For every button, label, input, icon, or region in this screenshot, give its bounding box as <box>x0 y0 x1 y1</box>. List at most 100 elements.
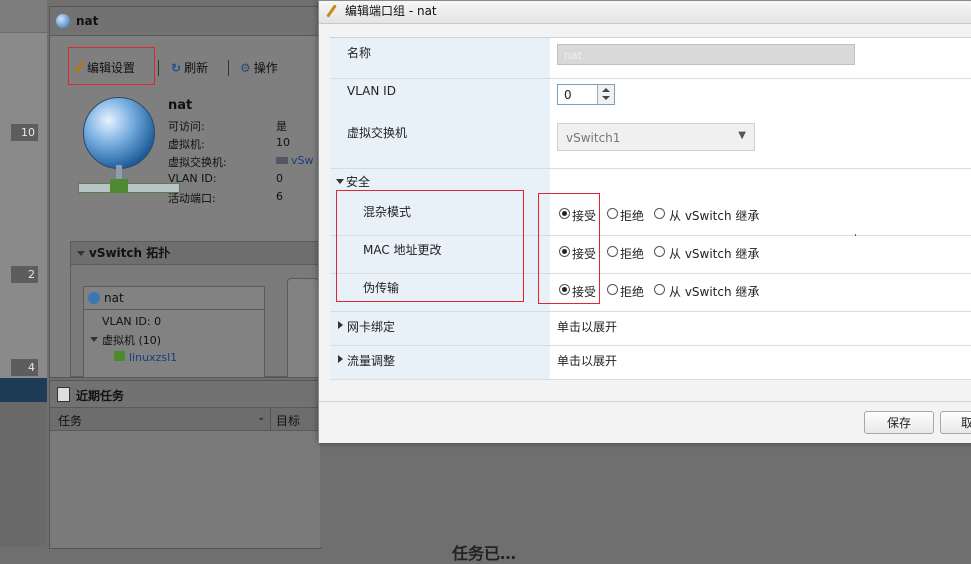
gear-icon: ⚙ <box>240 61 251 75</box>
vswitch-topology-panel: vSwitch 拓扑 nat VLAN ID: 0 虚拟机 (10) linux… <box>70 241 332 378</box>
reject-option: 拒绝 <box>620 209 645 223</box>
summary-key: 可访问: <box>168 120 205 133</box>
inherit-option: 从 vSwitch 继承 <box>669 209 760 223</box>
count-badge: 10 <box>11 124 38 141</box>
reject-radio[interactable] <box>607 246 618 257</box>
reject-option: 拒绝 <box>620 247 645 261</box>
vswitch-label: 虚拟交换机 <box>347 126 408 140</box>
chevron-up-icon <box>602 88 610 92</box>
topology-vms[interactable]: 虚拟机 (10) <box>90 332 161 348</box>
left-navigator-panel: 10 2 4 <box>0 0 47 547</box>
summary-value: 6 <box>276 190 283 203</box>
summary-value: 0 <box>276 172 283 185</box>
security-section-header[interactable]: 安全 <box>330 169 971 189</box>
collapse-icon <box>77 251 85 256</box>
port-group-box: nat VLAN ID: 0 虚拟机 (10) linuxzsl1 <box>83 286 265 378</box>
nic-teaming-expand[interactable]: 单击以展开 <box>557 318 617 335</box>
uplink-box <box>287 278 319 378</box>
col-target[interactable]: 目标 <box>276 412 300 429</box>
summary-name: nat <box>168 98 193 113</box>
chevron-down-icon[interactable]: ⌄ <box>257 412 265 423</box>
pane-header: nat <box>50 7 321 36</box>
vlan-row: VLAN ID <box>330 78 971 118</box>
reject-radio[interactable] <box>607 208 618 219</box>
cancel-button[interactable]: 取消 <box>940 411 971 434</box>
network-connector <box>110 179 128 193</box>
network-base <box>78 183 180 193</box>
inherit-option: 从 vSwitch 继承 <box>669 247 760 261</box>
summary-key: 虚拟机: <box>168 138 205 151</box>
toolbar-divider <box>158 60 159 76</box>
col-task[interactable]: 任务 <box>58 412 82 429</box>
edit-port-group-dialog: 编辑端口组 - nat 名称 nat VLAN ID 0 虚拟交换机 vSwit… <box>318 0 971 443</box>
navigator-header <box>0 0 47 33</box>
dialog-titlebar[interactable]: 编辑端口组 - nat <box>319 1 971 24</box>
accept-options-highlight <box>538 193 600 304</box>
edit-settings-highlight <box>68 47 155 85</box>
expand-icon <box>338 355 343 363</box>
traffic-shaping-expand[interactable]: 单击以展开 <box>557 352 617 369</box>
summary-value: 是 <box>276 120 287 133</box>
reject-option: 拒绝 <box>620 285 645 299</box>
vlan-label: VLAN ID <box>347 84 396 98</box>
nic-teaming-row[interactable]: 网卡绑定 单击以展开 <box>330 311 971 346</box>
name-row: 名称 nat <box>330 38 971 79</box>
topology-vm-link[interactable]: linuxzsl1 <box>114 351 177 364</box>
nic-teaming-label: 网卡绑定 <box>347 320 396 334</box>
summary-vswitch-link[interactable]: vSw <box>276 154 314 167</box>
expand-icon <box>338 321 343 329</box>
inherit-radio[interactable] <box>654 246 665 257</box>
dialog-title: 编辑端口组 - nat <box>345 4 437 18</box>
navigator-selected-item[interactable] <box>0 378 47 402</box>
topology-vlan: VLAN ID: 0 <box>102 315 162 328</box>
security-labels-highlight <box>336 190 524 302</box>
actions-label: 操作 <box>253 61 278 75</box>
toolbar-divider <box>228 60 229 76</box>
name-label: 名称 <box>347 46 372 60</box>
topology-header[interactable]: vSwitch 拓扑 <box>71 242 331 265</box>
summary-value: 10 <box>276 136 290 149</box>
traffic-shaping-label: 流量调整 <box>347 354 396 368</box>
background-partial-text: 任务已… <box>452 544 517 563</box>
tasks-icon <box>57 387 70 402</box>
topology-title: vSwitch 拓扑 <box>89 246 171 260</box>
summary-key: 虚拟交换机: <box>168 156 227 169</box>
actions-button[interactable]: ⚙ 操作 <box>240 57 278 79</box>
network-globe-icon <box>56 14 70 28</box>
port-group-name: nat <box>104 291 124 305</box>
security-label: 安全 <box>346 175 371 189</box>
traffic-shaping-row[interactable]: 流量调整 单击以展开 <box>330 345 971 380</box>
port-group-form: 名称 nat VLAN ID 0 虚拟交换机 vSwitch1 ▼ 安全 混杂模… <box>330 37 971 380</box>
vm-icon <box>114 351 125 361</box>
tasks-header: 近期任务 <box>50 381 321 408</box>
vswitch-value: vSwitch1 <box>566 131 621 145</box>
network-globe-icon <box>83 97 155 169</box>
pane-title: nat <box>76 14 99 28</box>
summary-key: 活动端口: <box>168 192 216 205</box>
vswitch-select[interactable]: vSwitch1 ▼ <box>557 123 755 151</box>
reject-radio[interactable] <box>607 284 618 295</box>
collapse-icon <box>336 179 344 184</box>
summary-key: VLAN ID: <box>168 172 217 185</box>
name-field[interactable]: nat <box>557 44 855 65</box>
tasks-columns: 任务 ⌄ 目标 <box>50 408 321 431</box>
vlan-id-stepper[interactable]: 0 <box>557 84 615 105</box>
count-badge: 2 <box>11 266 38 283</box>
annotation-mark <box>855 234 856 236</box>
count-badge: 4 <box>11 359 38 376</box>
spinner-buttons[interactable] <box>597 85 614 104</box>
network-globe-icon <box>88 292 100 304</box>
recent-tasks-pane: 近期任务 任务 ⌄ 目标 <box>49 380 322 549</box>
refresh-button[interactable]: ↻ 刷新 <box>171 57 208 79</box>
chevron-down-icon <box>602 96 610 100</box>
inherit-radio[interactable] <box>654 208 665 219</box>
save-button[interactable]: 保存 <box>864 411 934 434</box>
inherit-radio[interactable] <box>654 284 665 295</box>
tasks-title: 近期任务 <box>76 389 125 403</box>
network-detail-pane: nat 编辑设置 ↻ 刷新 ⚙ 操作 nat 可访问: 是 虚拟机: 10 虚拟交换… <box>49 6 332 378</box>
pencil-icon <box>326 4 337 18</box>
background-lower-area <box>320 442 971 547</box>
inherit-option: 从 vSwitch 继承 <box>669 285 760 299</box>
refresh-label: 刷新 <box>184 61 209 75</box>
navigator-lower-area <box>0 402 47 547</box>
